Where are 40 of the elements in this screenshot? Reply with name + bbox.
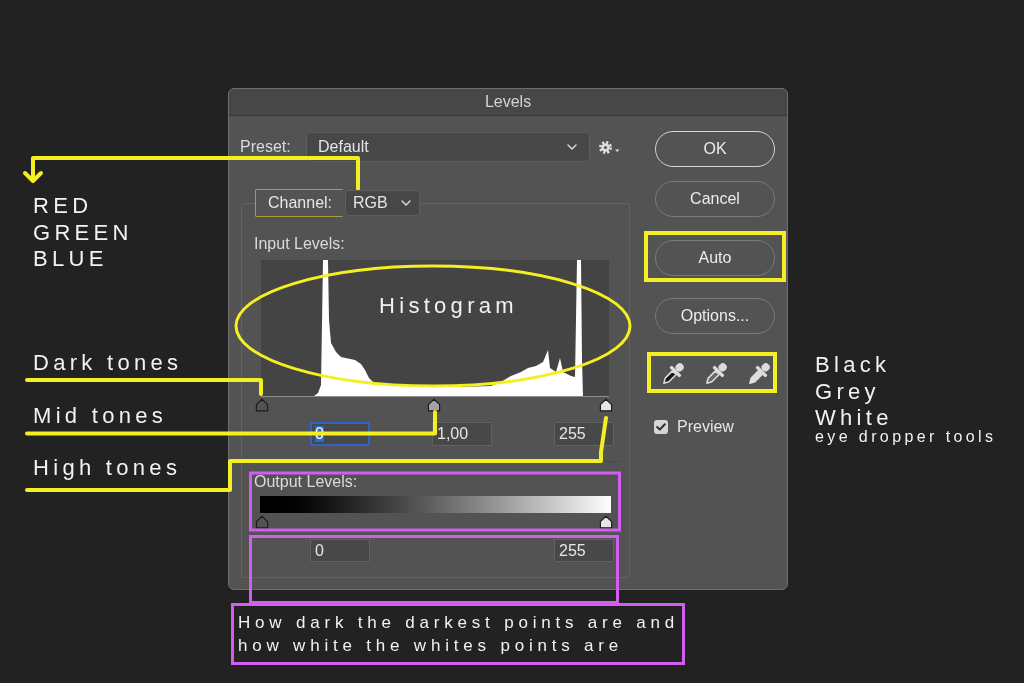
eyedropper-icon[interactable] <box>705 363 727 385</box>
annotation-label: Grey <box>815 381 880 403</box>
section-label: Input Levels: <box>254 235 345 253</box>
slider-thumb[interactable] <box>255 515 269 529</box>
settings-icon[interactable] <box>599 140 620 154</box>
input-field[interactable]: 1,00 <box>432 422 492 446</box>
channel-dropdown[interactable]: RGB <box>345 190 420 216</box>
annotation-label: Mid tones <box>33 405 168 427</box>
chevron-down-icon <box>401 200 411 206</box>
input-field[interactable]: 0 <box>310 539 370 562</box>
chevron-down-icon <box>567 144 577 150</box>
eyedropper-icon[interactable] <box>662 363 684 385</box>
eyedropper-icon[interactable] <box>748 363 770 385</box>
slider-thumb[interactable] <box>599 398 613 412</box>
cancel-button[interactable]: Cancel <box>655 181 775 217</box>
annotation-label: Dark tones <box>33 352 183 374</box>
annotation-label: Black <box>815 354 891 376</box>
window-title: Levels <box>484 93 532 111</box>
section-label: Output Levels: <box>254 473 358 491</box>
slider-thumb[interactable] <box>599 515 613 529</box>
annotation-label: BLUE <box>33 248 108 270</box>
slider-thumb[interactable] <box>427 398 441 412</box>
annotation-label: Histogram <box>379 295 518 317</box>
preset-dropdown[interactable]: Default <box>306 132 590 162</box>
checkmark-icon <box>656 423 666 431</box>
options-button[interactable]: Options... <box>655 298 775 334</box>
input-field[interactable]: 255 <box>554 422 614 446</box>
annotation-note: How dark the darkest points are and how white the whites points are <box>231 603 685 665</box>
annotation-label: eye dropper tools <box>815 429 997 445</box>
checkbox[interactable] <box>654 420 668 434</box>
annotation-label: High tones <box>33 457 182 479</box>
annotation-label: White <box>815 407 893 429</box>
input-field[interactable]: 255 <box>554 539 614 562</box>
auto-button[interactable]: Auto <box>655 240 775 276</box>
field-label: Preset: <box>240 140 292 154</box>
annotation-label: GREEN <box>33 222 133 244</box>
slider-thumb[interactable] <box>255 398 269 412</box>
ok-button[interactable]: OK <box>655 131 775 167</box>
checkbox-label[interactable]: Preview <box>677 418 734 436</box>
annotation-label: RED <box>33 195 93 217</box>
